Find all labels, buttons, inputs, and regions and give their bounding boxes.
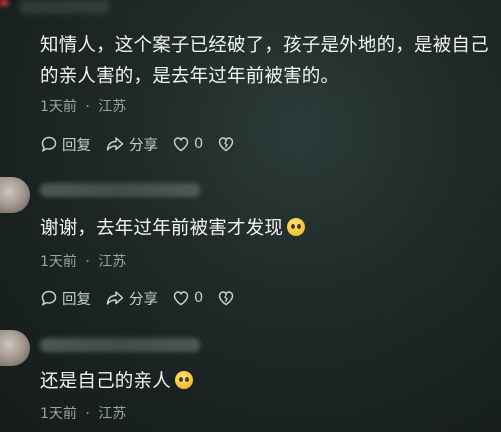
broken-heart-icon — [218, 291, 234, 306]
like-button[interactable]: 0 — [172, 289, 203, 307]
share-button[interactable]: 分享 — [105, 134, 158, 155]
comment-time: 1天前 — [40, 99, 77, 115]
pleading-face-emoji — [174, 371, 193, 389]
comment-3: 还是自己的亲人 1天前 · 江苏 — [0, 328, 501, 432]
share-button[interactable]: 分享 — [105, 288, 158, 309]
comment-text: 知情人，这个案子已经破了，孩子是外地的，是被自己 的亲人害的，是去年过年前被害的… — [40, 30, 489, 92]
comment-icon — [41, 136, 57, 152]
reply-button[interactable]: 回复 — [40, 288, 91, 309]
comment-2: 谢谢，去年过年前被害才发现 1天前 · 江苏 回复 分享 0 — [0, 175, 501, 315]
heart-icon — [173, 291, 189, 306]
comment-icon — [41, 290, 57, 306]
avatar[interactable] — [0, 330, 30, 366]
username-blurred[interactable] — [40, 338, 200, 352]
dislike-button[interactable] — [217, 135, 239, 153]
reply-button[interactable]: 回复 — [40, 134, 91, 155]
comment-text: 还是自己的亲人 — [40, 366, 193, 397]
share-icon — [106, 137, 124, 151]
like-count: 0 — [194, 290, 204, 306]
comment-meta: 1天前 · 江苏 — [40, 251, 126, 271]
meta-separator: · — [85, 99, 90, 115]
avatar[interactable] — [0, 177, 30, 213]
comment-text-content: 还是自己的亲人 — [40, 371, 171, 392]
comment-text: 谢谢，去年过年前被害才发现 — [40, 213, 306, 244]
share-icon — [106, 291, 124, 305]
share-label: 分享 — [129, 137, 158, 154]
pleading-face-emoji — [287, 218, 306, 236]
comment-1: 知情人，这个案子已经破了，孩子是外地的，是被自己 的亲人害的，是去年过年前被害的… — [0, 0, 501, 160]
comment-location: 江苏 — [98, 406, 127, 422]
comment-time: 1天前 — [40, 406, 77, 422]
comment-time: 1天前 — [40, 254, 77, 270]
comment-actions: 回复 分享 0 — [40, 134, 253, 154]
like-button[interactable]: 0 — [172, 135, 203, 153]
comment-meta: 1天前 · 江苏 — [40, 96, 126, 116]
comment-text-content: 谢谢，去年过年前被害才发现 — [40, 218, 284, 239]
comment-meta: 1天前 · 江苏 — [40, 403, 126, 423]
meta-separator: · — [85, 406, 90, 422]
share-label: 分享 — [129, 291, 158, 308]
broken-heart-icon — [218, 137, 234, 152]
username-blurred[interactable] — [40, 183, 200, 197]
dislike-button[interactable] — [217, 289, 239, 307]
comment-location: 江苏 — [98, 254, 127, 270]
reply-label: 回复 — [62, 137, 91, 154]
comment-text-line-1: 知情人，这个案子已经破了，孩子是外地的，是被自己 — [40, 35, 489, 56]
like-count: 0 — [194, 136, 204, 152]
meta-separator: · — [85, 254, 90, 270]
comment-location: 江苏 — [98, 99, 127, 115]
comment-actions: 回复 分享 0 — [40, 288, 253, 308]
comment-text-line-2: 的亲人害的，是去年过年前被害的。 — [40, 66, 340, 87]
reply-label: 回复 — [62, 291, 91, 308]
heart-icon — [173, 137, 189, 152]
